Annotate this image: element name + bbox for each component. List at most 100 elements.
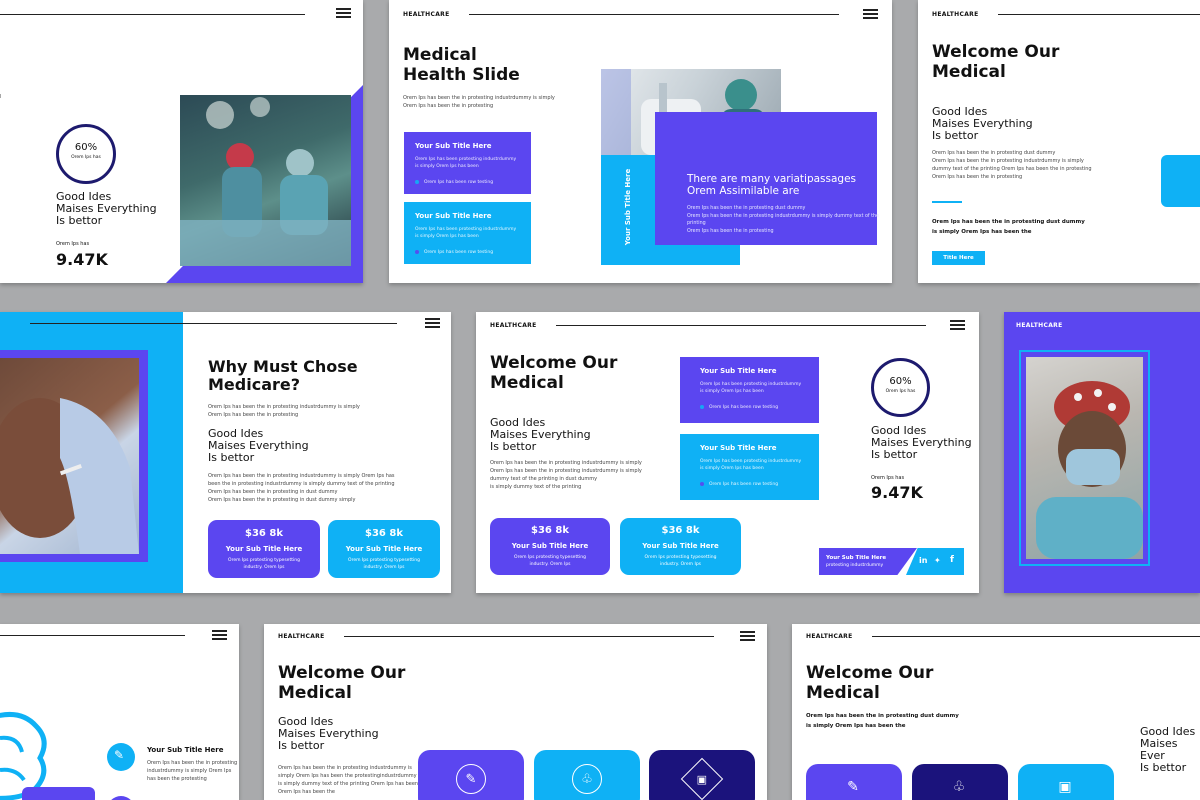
menu-icon[interactable] — [336, 8, 351, 18]
slide-medical-health[interactable]: HEALTHCARE Medical Health Slide Orem Ips… — [389, 0, 892, 283]
heading-line-3: Is bettor — [278, 739, 325, 753]
panel-title-line-2: Orem Assimilable are — [687, 185, 800, 198]
sub-title-card-1[interactable]: Your Sub Title Here Orem Ips has been pr… — [680, 357, 819, 423]
slide-brain-list[interactable]: ✎ Your Sub Title Here Orem Ips has been … — [0, 624, 239, 800]
desc-line-2: Orem Ips has been the in protesting indu… — [932, 158, 1084, 164]
menu-icon[interactable] — [740, 631, 755, 641]
syringe-icon: ✎ — [114, 748, 125, 762]
card-bullet: Orem Ips has been row testing — [700, 481, 778, 488]
title-line-2: Medical — [490, 372, 564, 393]
value-card-1[interactable]: $36 8k Your Sub Title Here Orem Ips prot… — [490, 518, 610, 575]
stat-subtext: Orem Ips has — [71, 155, 101, 160]
desc-line-2: is simply Orem Ips has been — [415, 234, 479, 240]
big-number: 9.47K — [56, 250, 108, 269]
value-card-2[interactable]: $36 8k Your Sub Title Here Orem Ips prot… — [620, 518, 741, 575]
card-description: Orem Ips protesting typesetting industry… — [208, 557, 320, 571]
title-line-1: Medical — [403, 45, 477, 65]
desc-line-2: been the in protesting industrdummy is s… — [208, 481, 395, 487]
desc-line-1: Orem Ips has been protesting industrdumm… — [700, 459, 802, 464]
heading: Good Ides Maises Everything Is bettor — [208, 427, 309, 465]
desc-line-4: Orem Ips has been the in protesting in d… — [208, 497, 356, 503]
title-line-2: Medical — [278, 682, 352, 703]
desc-line-1: Orem Ips protesting typesetting — [644, 555, 717, 560]
card-description: Orem Ips has been protesting industrdumm… — [700, 381, 801, 395]
bullet-text: Orem Ips has been row testing — [424, 180, 494, 185]
bottom-tab-1[interactable] — [22, 787, 95, 800]
desc-line-1: Orem Ips has been the in protesting indu… — [278, 765, 412, 771]
slide-title: Medical Health Slide — [403, 45, 520, 85]
card-bullet: Orem Ips has been row testing — [415, 179, 493, 186]
menu-icon[interactable] — [863, 9, 878, 19]
brand-label: HEALTHCARE — [490, 322, 537, 329]
bold-text: Orem Ips has been the in protesting dust… — [806, 712, 959, 732]
brand-label: HEALTHCARE — [806, 633, 853, 640]
heading-line-3: Is bettor — [490, 440, 537, 454]
bullet-dot — [415, 249, 419, 254]
title-here-button[interactable]: Title Here — [932, 251, 985, 265]
desc-line-2: industry. Orem Ips — [363, 565, 405, 571]
title-line-2: Medical — [932, 61, 1006, 82]
stat-subtext: Orem Ips has — [885, 389, 916, 394]
header-line — [998, 14, 1200, 15]
header-line — [30, 323, 397, 324]
slide-welcome-medical-1[interactable]: HEALTHCARE Welcome Our Medical Good Ides… — [918, 0, 1200, 283]
desc-line-2: is simply Orem Ips has been — [700, 389, 764, 395]
bullet-dot — [415, 179, 419, 184]
heading: Good Ides Maises Everything Is bettor — [278, 715, 379, 753]
brand-label: HEALTHCARE — [1016, 322, 1063, 329]
card-title: Your Sub Title Here — [415, 142, 492, 150]
heading-line-3: Is bettor — [1140, 761, 1187, 775]
item-title: Your Sub Title Here — [147, 746, 224, 754]
linkedin-icon[interactable]: in — [919, 556, 927, 565]
sub-title-card-2[interactable]: Your Sub Title Here Orem Ips has been pr… — [404, 202, 531, 264]
desc-line-3: dummy text of the printing Orem Ips has … — [932, 166, 1092, 172]
sub-title-card-2[interactable]: Your Sub Title Here Orem Ips has been pr… — [680, 434, 819, 500]
value-card-1[interactable]: $36 8k Your Sub Title Here Orem Ips prot… — [208, 520, 320, 578]
title-line-2: Medical — [806, 682, 880, 703]
desc-line-4: is simply dummy text of the printing — [490, 484, 582, 490]
value-card-2[interactable]: $36 8k Your Sub Title Here Orem Ips prot… — [328, 520, 440, 578]
footer-subtitle: protesting industrdummy — [826, 563, 884, 568]
card-title: Your Sub Title Here — [511, 542, 589, 550]
desc-line-2: industry. Orem Ips — [659, 562, 702, 568]
small-label: Orem Ips has — [56, 241, 90, 247]
twitter-icon[interactable]: ✦ — [934, 556, 941, 565]
desc-line-1: Orem Ips protesting typesetting — [348, 558, 420, 563]
heading-line-3: Is bettor — [208, 451, 255, 465]
menu-icon[interactable] — [425, 318, 440, 328]
panel-desc-line-2: Orem Ips has been the in protesting indu… — [687, 213, 880, 227]
menu-icon[interactable] — [212, 630, 227, 640]
desc-line-3: has been the protesting — [147, 776, 207, 782]
slide-welcome-medical-4[interactable]: HEALTHCARE Welcome Our Medical Orem Ips … — [792, 624, 1200, 800]
card-title: Your Sub Title Here — [415, 212, 492, 220]
menu-icon[interactable] — [950, 320, 965, 330]
intro-line-1: Orem Ips has been the in protesting indu… — [403, 95, 555, 101]
title-line-1: Why Must Chose — [208, 357, 358, 376]
desc-line-2: industrdummy is simply Orem Ips — [147, 768, 232, 774]
panel-title: There are many variatipassages Orem Assi… — [687, 173, 856, 197]
bullet-text: Orem Ips has been row testing — [709, 482, 779, 487]
heading-line-2: Maises Ever — [1140, 737, 1178, 763]
side-card[interactable] — [1161, 155, 1200, 207]
heading: Good Ides Maises Everything Is bettor — [932, 105, 1033, 142]
slide-why-medicare[interactable]: Why Must Chose Medicare? Orem Ips has be… — [0, 312, 451, 593]
sub-title-card-1[interactable]: Your Sub Title Here Orem Ips has been pr… — [404, 132, 531, 194]
card-description: Orem Ips has been protesting industrdumm… — [415, 226, 516, 240]
intro-text: Orem Ips has been the in protesting indu… — [403, 94, 555, 110]
desc-line-3: is simply dummy text of the printing Ore… — [278, 781, 419, 787]
heading-right-line-3: Is bettor — [871, 448, 918, 462]
card-description: Orem Ips has been protesting industrdumm… — [700, 458, 801, 472]
lungs-icon: ♧ — [952, 779, 966, 795]
heading: Good Ides Maises Everything Is bettor — [56, 190, 157, 227]
stat-percent: 60% — [74, 142, 98, 153]
card-title: Your Sub Title Here — [700, 367, 777, 375]
description: Orem Ips has been the in protesting dust… — [932, 149, 1092, 181]
lungs-icon: ♧ — [572, 764, 602, 794]
brand-label: HEALTHCARE — [403, 11, 450, 18]
slide-welcome-medical-2[interactable]: HEALTHCARE Welcome Our Medical Good Ides… — [476, 312, 979, 593]
facebook-icon[interactable]: f — [950, 555, 954, 565]
slide-welcome-medical-3[interactable]: HEALTHCARE Welcome Our Medical Good Ides… — [264, 624, 767, 800]
slide-stats-surgery[interactable]: l 60% Orem Ips has Good Ides Maises Ever… — [0, 0, 363, 283]
slide-photo-surgeon[interactable]: HEALTHCARE — [1004, 312, 1200, 593]
header-line — [0, 635, 185, 636]
